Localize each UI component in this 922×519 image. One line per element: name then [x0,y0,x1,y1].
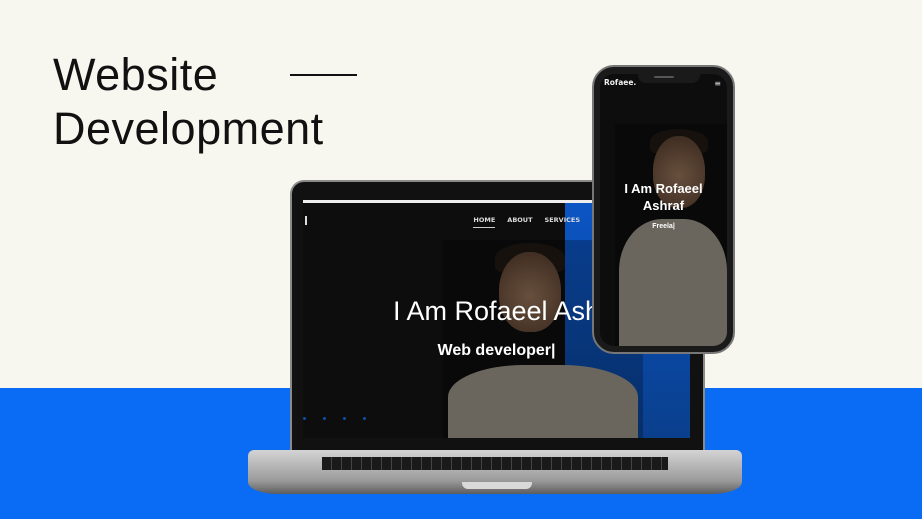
title-line-2: Development [53,103,324,154]
site-nav: HOME ABOUT SERVICES [473,216,580,228]
phone-brand[interactable]: Rofaee. [604,78,636,87]
person-image [615,124,727,346]
title-line-1: Website [53,49,219,100]
site-logo[interactable] [305,216,307,225]
hamburger-menu-icon[interactable]: ≡ [714,79,721,88]
nav-services[interactable]: SERVICES [545,216,580,228]
nav-about[interactable]: ABOUT [507,216,532,228]
phone-notch [638,74,700,83]
page-title: Website Development [53,48,324,156]
phone-hero-title: I Am Rofaeel Ashraf [624,181,703,213]
phone-hero-subtitle: Freela| [652,223,675,230]
dot-pattern [303,417,366,420]
title-dash [290,74,357,76]
keyboard [322,457,668,470]
laptop-notch [462,482,532,489]
nav-home[interactable]: HOME [473,216,496,228]
phone-screen: Rofaee. ≡ I Am Rofaeel Ashraf Freela| [600,74,727,346]
